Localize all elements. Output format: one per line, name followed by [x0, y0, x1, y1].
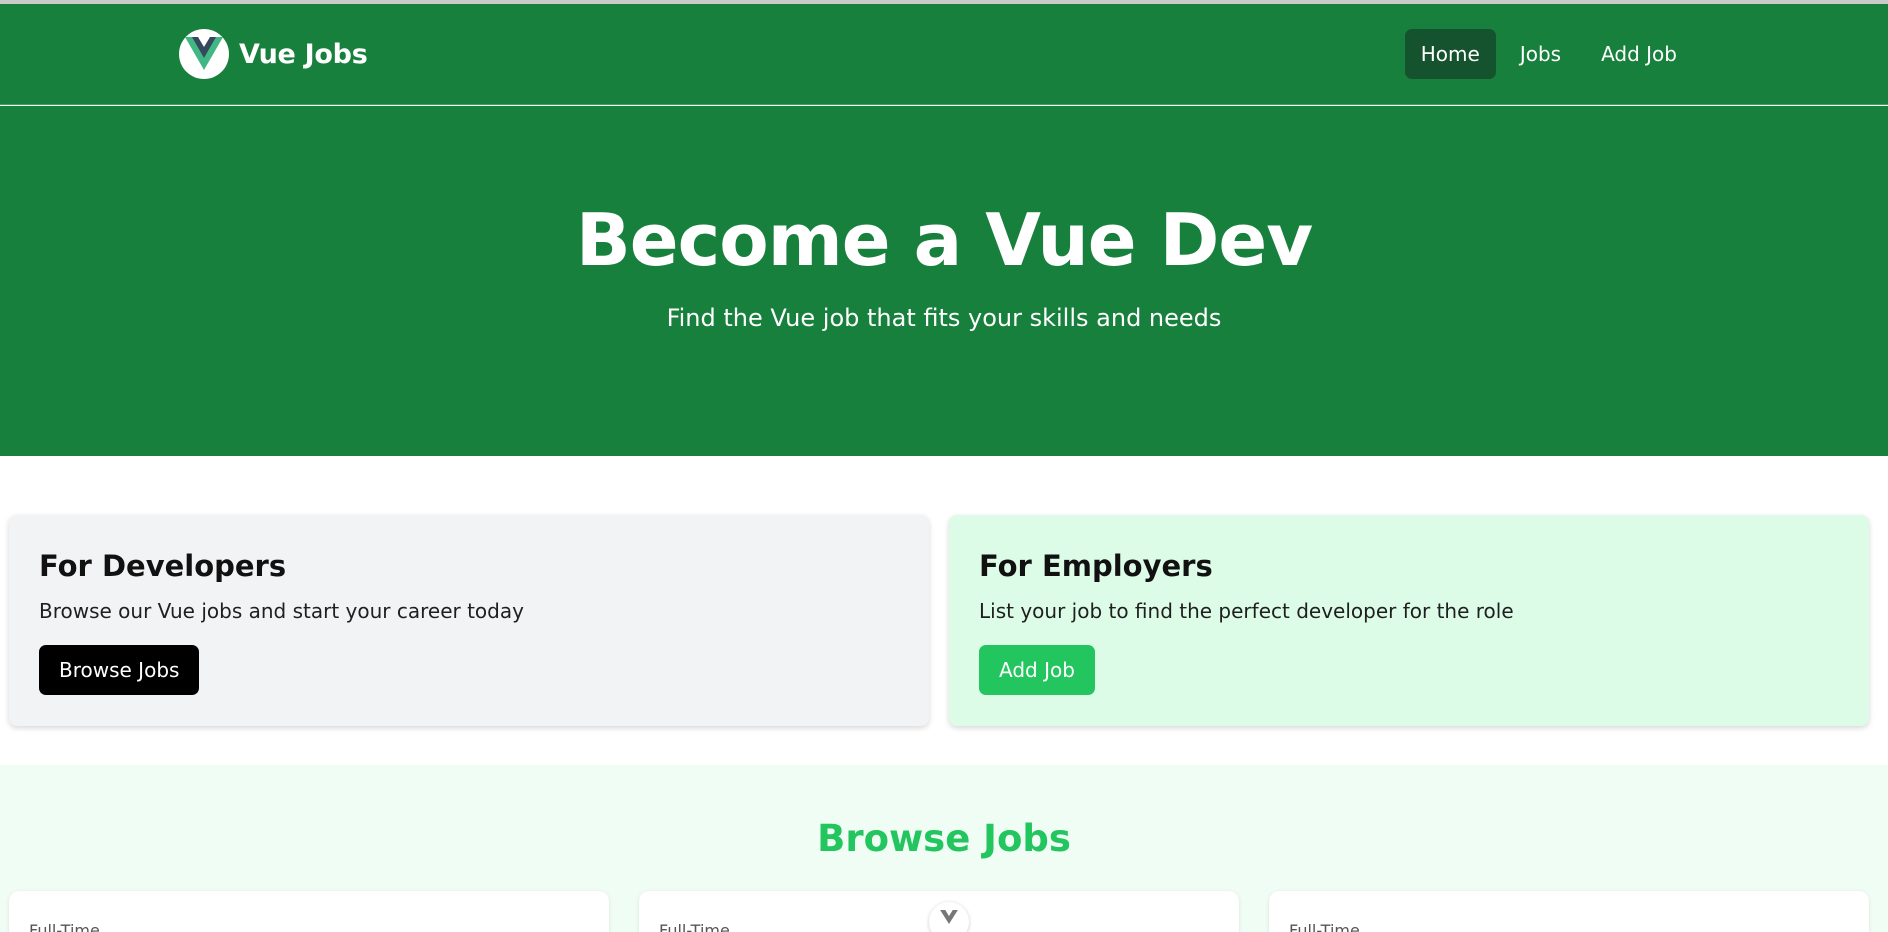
employers-card: For Employers List your job to find the …: [949, 515, 1869, 726]
brand-link[interactable]: Vue Jobs: [179, 29, 368, 79]
navbar: Vue Jobs Home Jobs Add Job: [0, 4, 1888, 105]
developers-card-title: For Developers: [39, 549, 287, 583]
hero-section: Become a Vue Dev Find the Vue job that f…: [0, 106, 1888, 456]
vue-logo-icon: [179, 29, 229, 79]
hero-title: Become a Vue Dev: [575, 198, 1313, 282]
nav-home-link[interactable]: Home: [1404, 29, 1496, 79]
job-type: Full-Time: [29, 921, 100, 932]
browse-jobs-title: Browse Jobs: [817, 817, 1071, 860]
add-job-button[interactable]: Add Job: [979, 645, 1095, 695]
job-type: Full-Time: [1289, 921, 1360, 932]
employers-card-text: List your job to find the perfect develo…: [979, 599, 1514, 623]
nav-jobs-link[interactable]: Jobs: [1504, 29, 1577, 79]
browse-jobs-button[interactable]: Browse Jobs: [39, 645, 200, 695]
developers-card-text: Browse our Vue jobs and start your caree…: [39, 599, 524, 623]
nav-add-job-link[interactable]: Add Job: [1585, 29, 1693, 79]
hero-subtitle: Find the Vue job that fits your skills a…: [666, 304, 1222, 332]
brand-name: Vue Jobs: [239, 38, 368, 70]
job-card[interactable]: Full-Time: [9, 891, 609, 932]
developers-card: For Developers Browse our Vue jobs and s…: [9, 515, 929, 726]
employers-card-title: For Employers: [979, 549, 1213, 583]
nav-links: Home Jobs Add Job: [1404, 29, 1693, 79]
job-card[interactable]: Full-Time: [1269, 891, 1869, 932]
